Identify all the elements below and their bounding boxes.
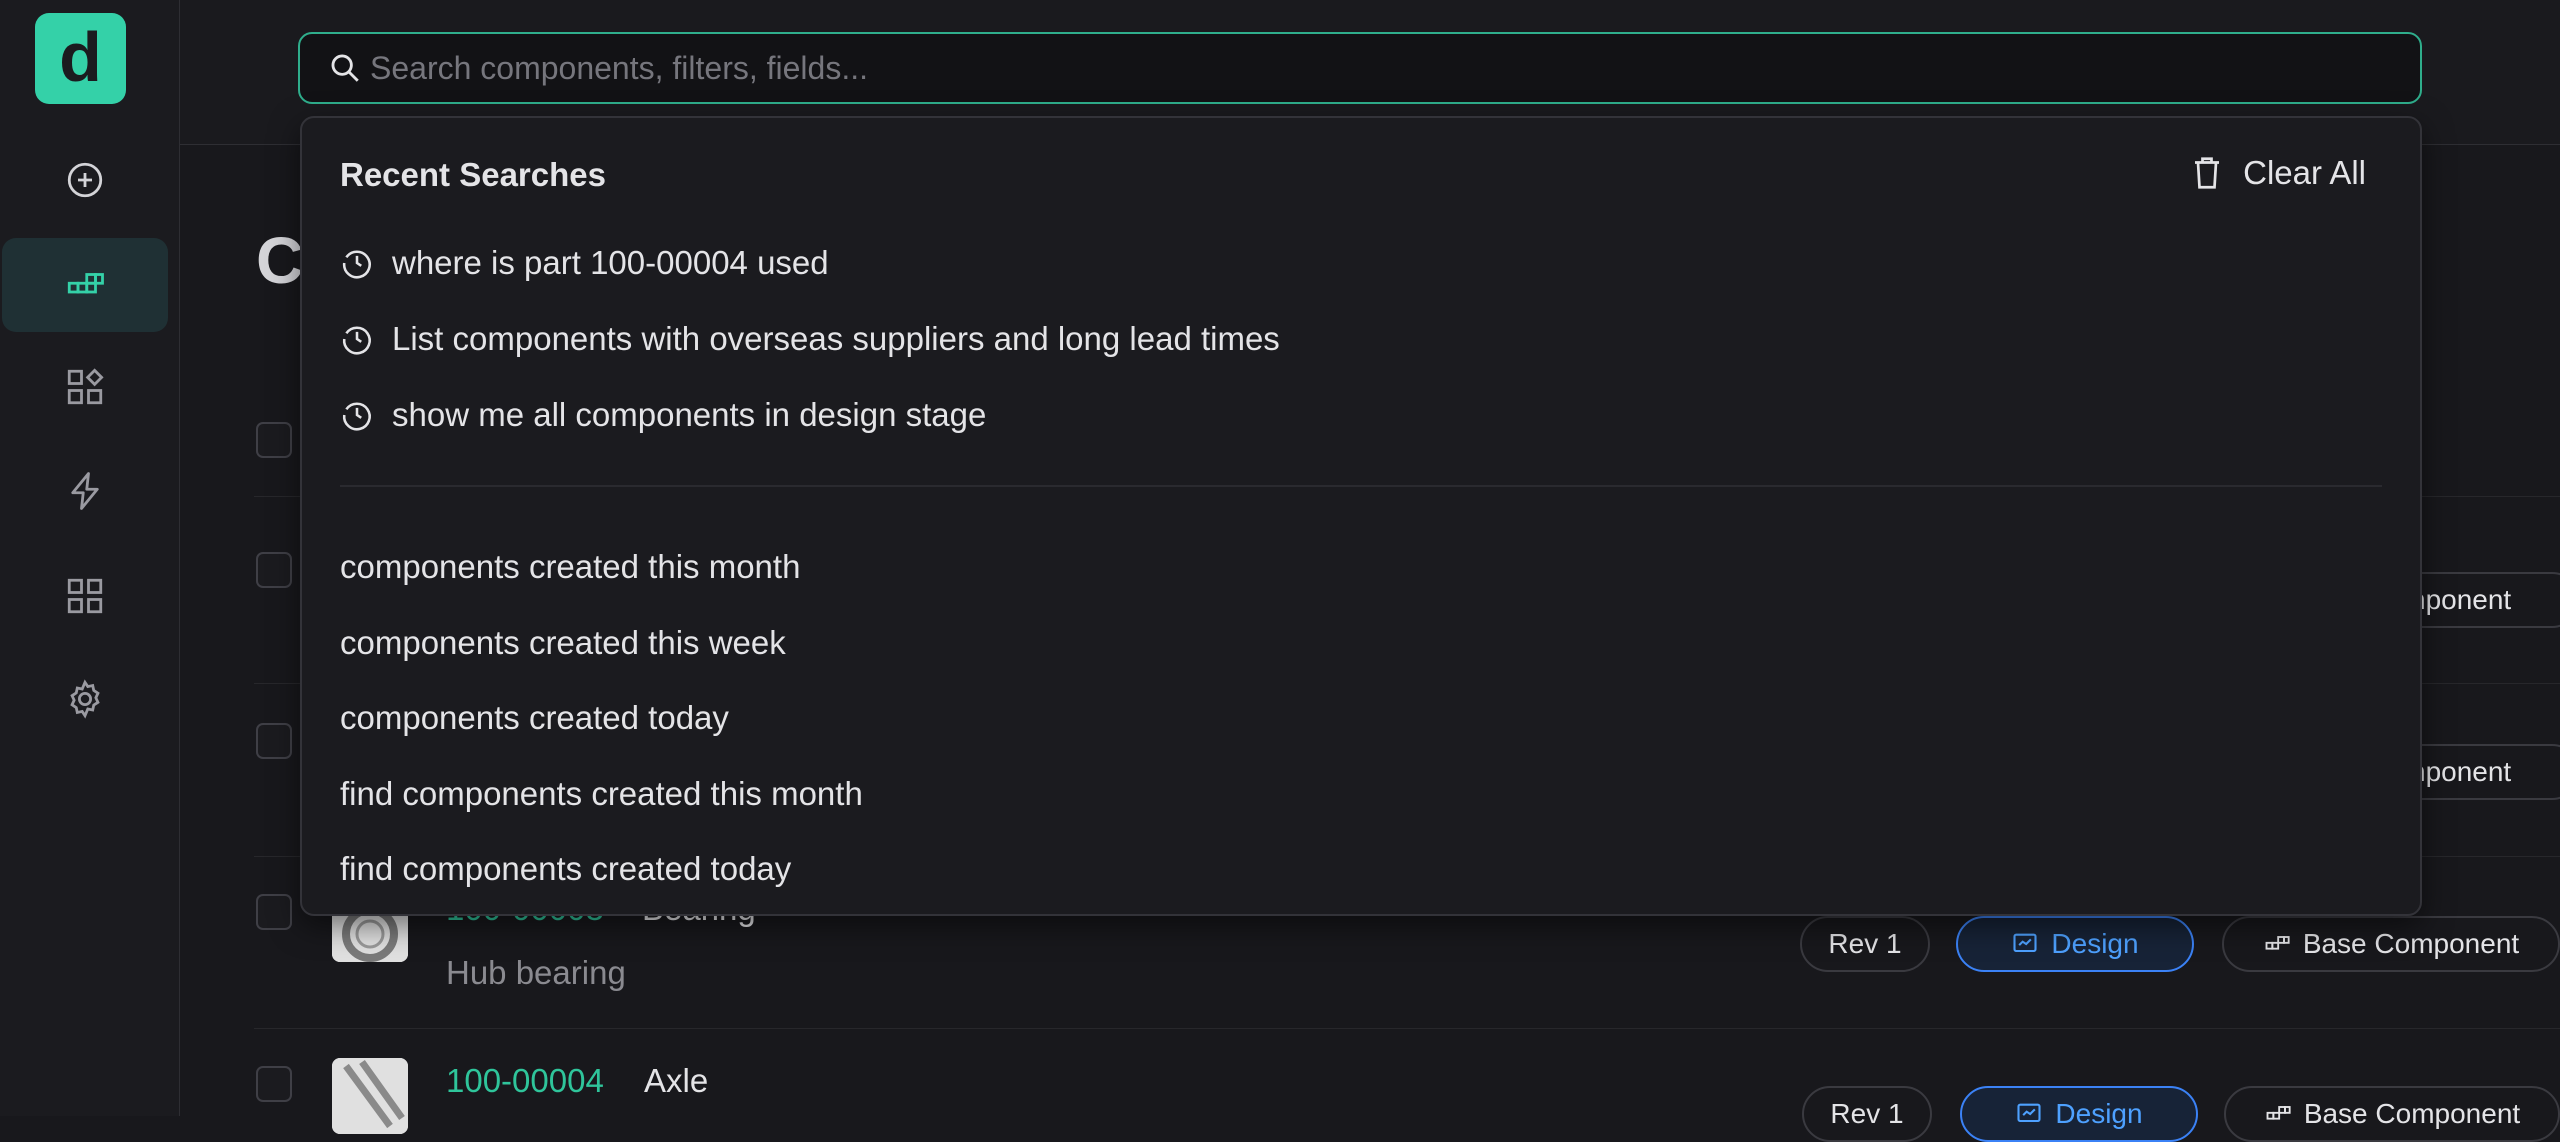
sidebar-item-apps[interactable] xyxy=(0,556,169,636)
part-name: Axle xyxy=(644,1062,709,1099)
recent-search-label: where is part 100-00004 used xyxy=(392,244,829,281)
history-icon xyxy=(342,326,371,355)
trash-icon xyxy=(2195,157,2220,189)
sidebar-item-library[interactable] xyxy=(0,347,169,427)
type-badge: Base Component xyxy=(2222,916,2560,972)
row-checkbox[interactable] xyxy=(256,894,292,930)
add-icon xyxy=(67,162,102,198)
components-icon xyxy=(2265,936,2290,950)
select-all-checkbox[interactable] xyxy=(256,422,292,458)
dropdown-divider xyxy=(340,485,2382,487)
sidebar-item-components[interactable] xyxy=(2,238,168,332)
search-input[interactable] xyxy=(368,48,2420,88)
type-badge-label: Base Component xyxy=(2303,1098,2521,1129)
search-bar[interactable] xyxy=(298,32,2422,104)
status-label: Design xyxy=(2055,1098,2143,1129)
status-badge[interactable]: Design xyxy=(1960,1086,2198,1142)
suggestion-item[interactable]: components created this week xyxy=(340,624,786,662)
design-status-icon xyxy=(2017,1103,2041,1123)
type-badge-label: nponent xyxy=(2410,756,2512,787)
suggestion-item[interactable]: components created this month xyxy=(340,548,800,586)
recent-search-item[interactable]: show me all components in design stage xyxy=(340,396,986,434)
row-checkbox[interactable] xyxy=(256,723,292,759)
type-badge-label: Base Component xyxy=(2302,928,2520,959)
automation-icon xyxy=(70,472,99,510)
sidebar-item-settings[interactable] xyxy=(0,659,169,739)
part-number[interactable]: 100-00004 xyxy=(446,1062,604,1100)
row-checkbox[interactable] xyxy=(256,1066,292,1102)
part-description: Hub bearing xyxy=(446,954,626,991)
search-dropdown: Recent Searches Clear All where is part … xyxy=(300,116,2422,916)
recent-search-label: List components with overseas suppliers … xyxy=(392,320,1280,357)
apps-icon xyxy=(67,578,102,614)
suggestion-item[interactable]: find components created today xyxy=(340,850,791,888)
clear-all-label: Clear All xyxy=(2243,154,2366,191)
revision-badge: Rev 1 xyxy=(1800,916,1930,972)
suggestion-item[interactable]: components created today xyxy=(340,699,729,737)
component-thumbnail xyxy=(332,1058,408,1134)
revision-badge: Rev 1 xyxy=(1802,1086,1932,1142)
type-badge-label: nponent xyxy=(2410,584,2512,615)
history-icon xyxy=(342,402,371,431)
sidebar: d xyxy=(0,0,180,1116)
sidebar-item-automation[interactable] xyxy=(0,451,169,531)
app-logo[interactable]: d xyxy=(35,13,126,104)
logo-letter: d xyxy=(59,17,102,96)
design-status-icon xyxy=(2013,933,2037,953)
revision-label: Rev 1 xyxy=(1830,1098,1904,1129)
status-badge[interactable]: Design xyxy=(1956,916,2194,972)
suggestion-item[interactable]: find components created this month xyxy=(340,775,863,813)
recent-search-item[interactable]: where is part 100-00004 used xyxy=(340,244,829,282)
clear-all-button[interactable]: Clear All xyxy=(2191,154,2366,192)
recent-searches-title: Recent Searches xyxy=(340,156,606,193)
components-icon xyxy=(2266,1106,2291,1120)
sidebar-item-create[interactable] xyxy=(0,140,169,220)
library-icon xyxy=(67,368,104,405)
page-title: C xyxy=(256,223,304,297)
history-icon xyxy=(342,250,371,279)
table-row-divider xyxy=(254,1028,2560,1029)
components-icon xyxy=(67,273,104,294)
status-label: Design xyxy=(2051,928,2139,959)
row-checkbox[interactable] xyxy=(256,552,292,588)
revision-label: Rev 1 xyxy=(1828,928,1902,959)
recent-search-item[interactable]: List components with overseas suppliers … xyxy=(340,320,1280,358)
settings-icon xyxy=(69,679,100,719)
recent-search-label: show me all components in design stage xyxy=(392,396,987,433)
search-icon xyxy=(331,54,359,82)
type-badge: Base Component xyxy=(2224,1086,2560,1142)
